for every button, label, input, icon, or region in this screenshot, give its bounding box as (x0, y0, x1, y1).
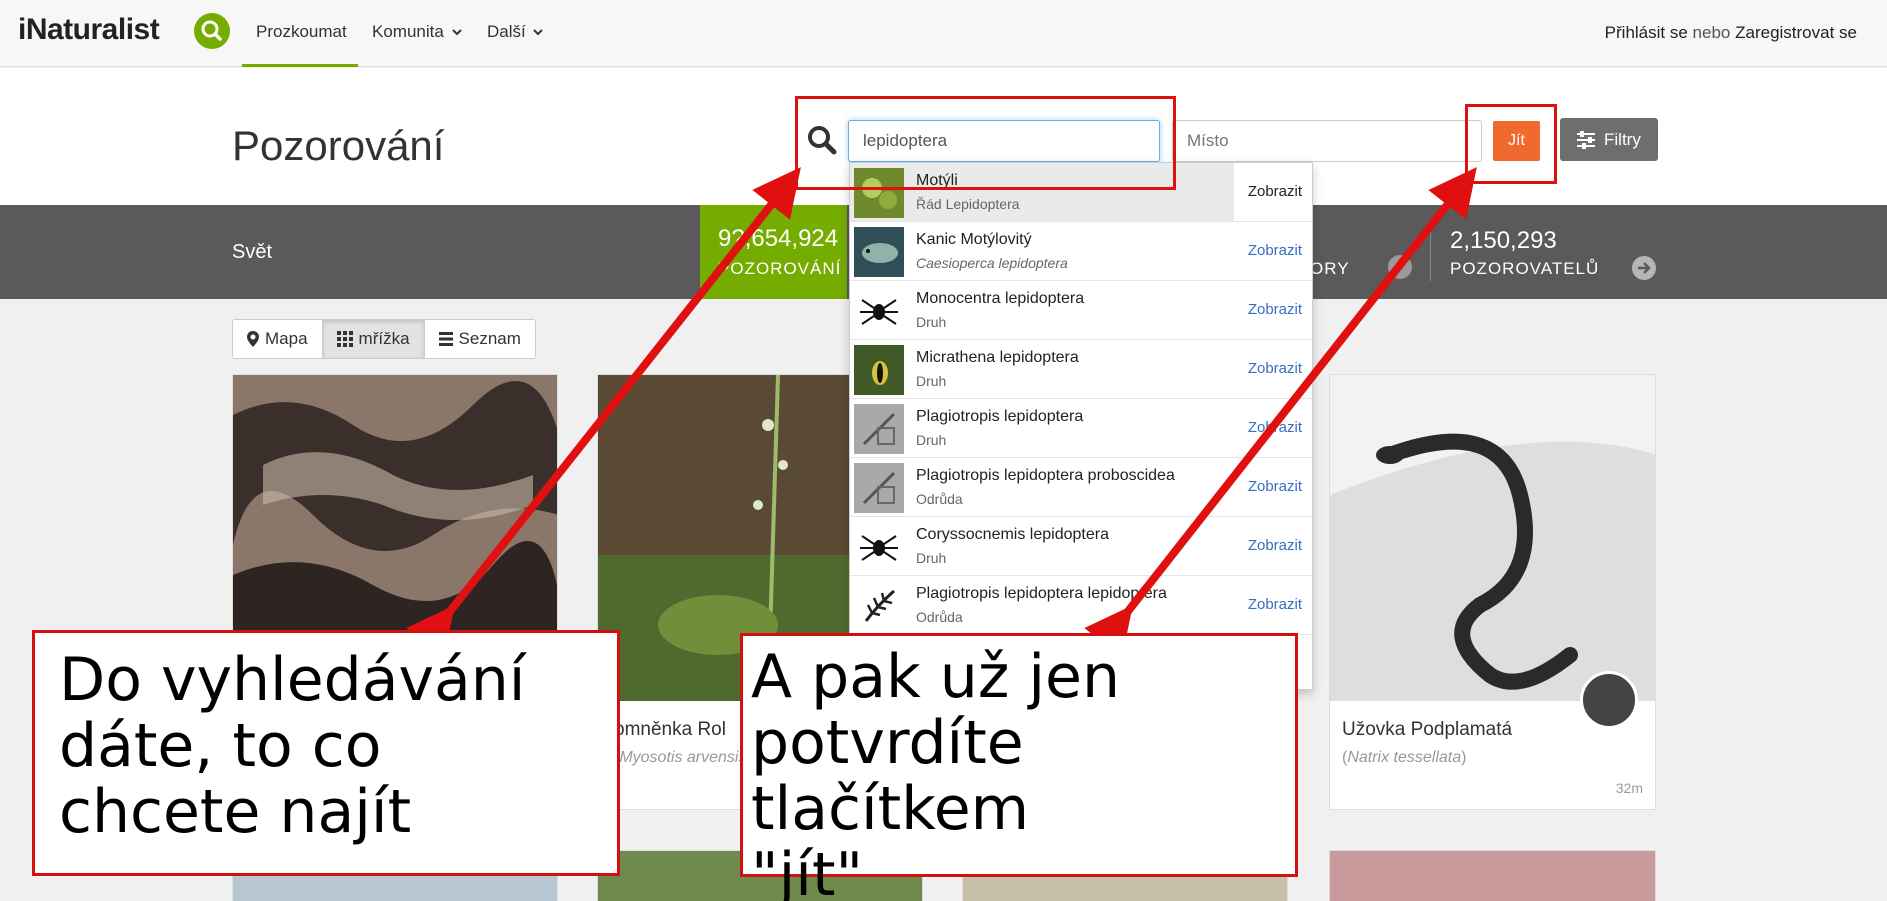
autocomplete-item[interactable]: Plagiotropis lepidoptera Druh Zobrazit (850, 399, 1312, 458)
divider (1430, 223, 1431, 281)
chevron-down-icon (533, 29, 544, 36)
view-link[interactable]: Zobrazit (1248, 301, 1302, 318)
nav-item-prozkoumat[interactable]: Prozkoumat (256, 22, 347, 42)
annotation-callout-left: Do vyhledávání dáte, to co chcete najít (32, 630, 620, 876)
nav-active-indicator (242, 64, 358, 67)
taxon-thumbnail (854, 463, 904, 513)
grid-icon (336, 331, 353, 347)
grid-view-button[interactable]: mřížka (322, 320, 425, 358)
place-input[interactable] (1172, 120, 1482, 162)
view-link[interactable]: Zobrazit (1248, 242, 1302, 259)
spider-icon (860, 535, 898, 561)
species-label: ORY (1310, 259, 1350, 278)
list-view-button[interactable]: Seznam (425, 320, 535, 358)
annotation-highlight-go (1465, 104, 1557, 184)
card-title: Užovka Podplamatá (1342, 719, 1513, 740)
card-time: 32m (1615, 780, 1643, 796)
observers-label: POZOROVATELŮ (1450, 259, 1600, 278)
card-scientific-name: (Myosotis arvensis (614, 749, 747, 766)
taxon-thumbnail (854, 227, 904, 277)
observations-stat[interactable]: 9?,654,924 POZOROVÁNÍ (700, 205, 847, 299)
autocomplete-item[interactable]: Plagiotropis lepidoptera proboscidea Odr… (850, 458, 1312, 517)
fern-icon (864, 589, 895, 622)
top-nav: iNaturalist Prozkoumat Komunita Další Př… (0, 0, 1887, 67)
view-link[interactable]: Zobrazit (1248, 478, 1302, 495)
avatar[interactable] (1580, 671, 1638, 729)
taxon-thumbnail (854, 345, 904, 395)
observation-card[interactable] (1329, 850, 1656, 901)
arrow-right-icon (1638, 262, 1651, 274)
view-link[interactable]: Zobrazit (1248, 596, 1302, 613)
autocomplete-item[interactable]: Plagiotropis lepidoptera lepidoptera Odr… (850, 576, 1312, 635)
autocomplete-item[interactable]: Coryssocnemis lepidoptera Druh Zobrazit (850, 517, 1312, 576)
register-link[interactable]: Zaregistrovat se (1735, 23, 1857, 42)
map-view-button[interactable]: Mapa (233, 320, 323, 358)
view-link[interactable]: Zobrazit (1248, 537, 1302, 554)
filters-button[interactable]: Filtry (1560, 118, 1658, 161)
map-marker-icon (247, 331, 259, 347)
annotation-highlight-search (795, 96, 1176, 190)
nav-item-komunita[interactable]: Komunita (372, 22, 463, 42)
observations-count: 9?,654,924 (718, 225, 839, 252)
autocomplete-item[interactable]: Monocentra lepidoptera Druh Zobrazit (850, 281, 1312, 340)
taxon-autocomplete-dropdown: Motýli Řád Lepidoptera Zobrazit Kanic Mo… (849, 162, 1313, 690)
autocomplete-item[interactable]: Micrathena lepidoptera Druh Zobrazit (850, 340, 1312, 399)
search-icon (201, 20, 222, 41)
list-icon (438, 332, 453, 346)
taxon-thumbnail (854, 404, 904, 454)
card-title: omněnka Rol (614, 719, 726, 740)
observation-card[interactable]: Užovka Podplamatá (Natrix tessellata) 32… (1329, 374, 1656, 810)
nav-search-button[interactable] (194, 13, 230, 49)
observation-photo (1330, 375, 1655, 701)
nav-item-dalsi[interactable]: Další (487, 22, 544, 42)
sliders-icon (1577, 131, 1595, 149)
view-link[interactable]: Zobrazit (1248, 183, 1302, 200)
chevron-down-icon (451, 29, 462, 36)
card-scientific-name: (Natrix tessellata) (1342, 749, 1467, 766)
or-text: nebo (1692, 23, 1731, 42)
annotation-callout-right: A pak už jen potvrdíte tlačítkem "jít" (740, 633, 1298, 901)
inaturalist-logo[interactable]: iNaturalist (18, 13, 160, 47)
observations-label: POZOROVÁNÍ (718, 259, 842, 278)
spider-icon (860, 299, 898, 325)
page-title: Pozorování (232, 122, 445, 169)
arrow-right-icon[interactable] (1388, 255, 1412, 279)
autocomplete-item[interactable]: Kanic Motýlovitý Caesioperca lepidoptera… (850, 222, 1312, 281)
auth-links: Přihlásit se nebo Zaregistrovat se (1605, 23, 1857, 43)
observers-arrow[interactable] (1632, 256, 1656, 280)
login-link[interactable]: Přihlásit se (1605, 23, 1688, 42)
view-link[interactable]: Zobrazit (1248, 360, 1302, 377)
place-name: Svět (232, 241, 273, 263)
observers-count: 2,150,293 (1450, 227, 1557, 254)
view-toggle: Mapa mřížka Seznam (232, 319, 536, 359)
view-link[interactable]: Zobrazit (1248, 419, 1302, 436)
